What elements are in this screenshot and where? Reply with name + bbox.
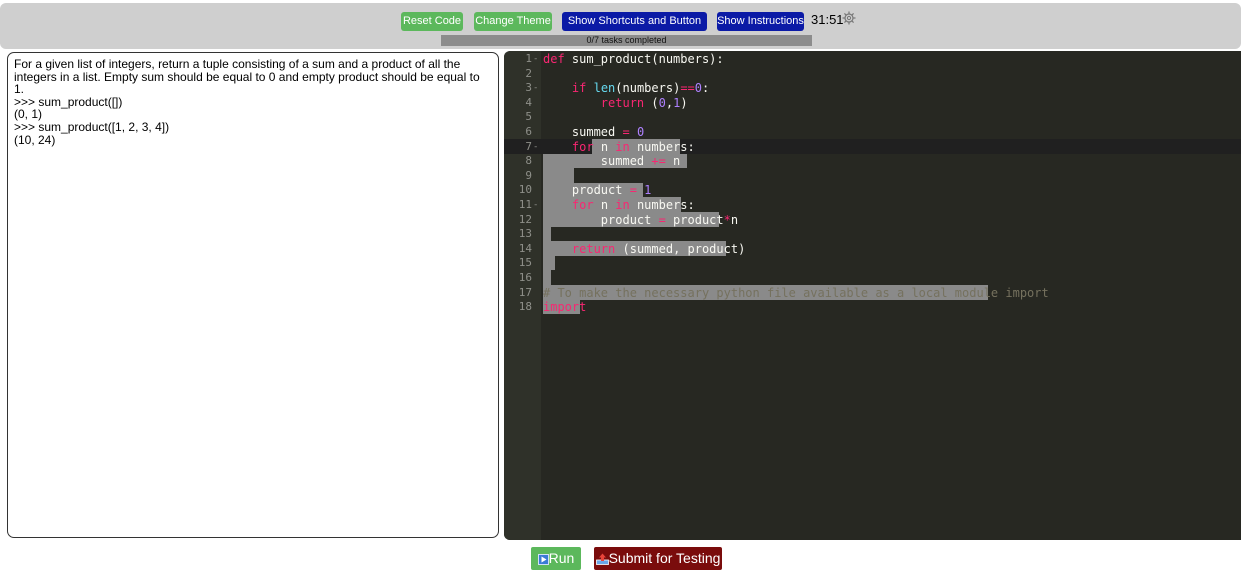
code-text: def sum_product(numbers): (543, 52, 724, 66)
toolbar: Reset Code Change Theme Show Shortcuts a… (0, 3, 1241, 49)
code-text: # To make the necessary python file avai… (543, 285, 1049, 300)
selection (543, 226, 551, 242)
line-number: 6 (525, 125, 532, 138)
upload-icon (595, 553, 609, 566)
code-text: for n in numbers: (571, 198, 695, 212)
code-text: return (summed, product) (571, 241, 746, 256)
line-number: 9 (525, 168, 532, 182)
code-text: import (543, 300, 587, 315)
line-number: 3 (525, 81, 532, 95)
fold-toggle-icon[interactable]: - (533, 198, 538, 213)
code-text: if len(numbers)==0: (571, 81, 710, 96)
code-text: product = product*n (543, 212, 739, 227)
line-number: 18 (518, 300, 532, 314)
example-output-2: (10, 24) (14, 132, 56, 147)
line-number: 5 (525, 110, 532, 124)
progress-text: 0/7 tasks completed (586, 35, 667, 45)
play-icon (537, 553, 549, 565)
line-number: 7 (525, 139, 532, 153)
code-text: summed += n (543, 154, 681, 169)
line-number: 13 (518, 227, 532, 241)
fold-toggle-icon[interactable]: - (533, 140, 538, 155)
line-number: 2 (525, 66, 532, 80)
fold-toggle-icon[interactable]: - (533, 81, 538, 96)
selection (543, 270, 551, 285)
line-number: 12 (518, 212, 532, 226)
instructions-panel: For a given list of integers, return a t… (7, 52, 499, 538)
example-call-1: >>> sum_product([]) (14, 94, 123, 109)
submit-for-testing-button[interactable]: Submit for Testing (594, 547, 722, 570)
line-number: 14 (518, 241, 532, 255)
show-shortcuts-button[interactable]: Show Shortcuts and Button Info (562, 12, 707, 46)
line-number: 16 (518, 271, 532, 284)
fold-toggle-icon[interactable]: - (533, 52, 538, 67)
problem-description: For a given list of integers, return a t… (14, 57, 480, 97)
line-number: 17 (518, 285, 532, 299)
submit-label: Submit for Testing (608, 550, 721, 566)
code-text: return (0,1) (600, 95, 688, 110)
line-number: 11 (518, 198, 532, 211)
run-label: Run (548, 550, 575, 566)
line-number: 10 (518, 183, 532, 197)
selection (543, 255, 555, 271)
line-number: 15 (518, 256, 532, 270)
change-theme-button[interactable]: Change Theme (474, 12, 552, 31)
run-button[interactable]: Run (531, 547, 581, 570)
line-number: 8 (525, 154, 532, 168)
line-number: 1 (525, 52, 532, 65)
gear-icon[interactable] (842, 11, 856, 25)
show-instructions-button[interactable]: Show Instructions (717, 12, 804, 31)
code-text: product = 1 (543, 183, 652, 198)
code-text: summed = 0 (543, 125, 645, 139)
reset-code-button[interactable]: Reset Code (401, 12, 463, 31)
timer: 31:51 (811, 12, 844, 27)
task-progress-bar: 0/7 tasks completed (441, 35, 812, 46)
example-call-2: >>> sum_product([1, 2, 3, 4]) (14, 119, 170, 134)
code-editor[interactable]: 1- def sum_product(numbers): 2 3- if len(nu… (504, 51, 1241, 540)
code-text: for n in numbers: (571, 139, 695, 154)
line-number: 4 (525, 95, 532, 109)
selection (543, 168, 574, 183)
